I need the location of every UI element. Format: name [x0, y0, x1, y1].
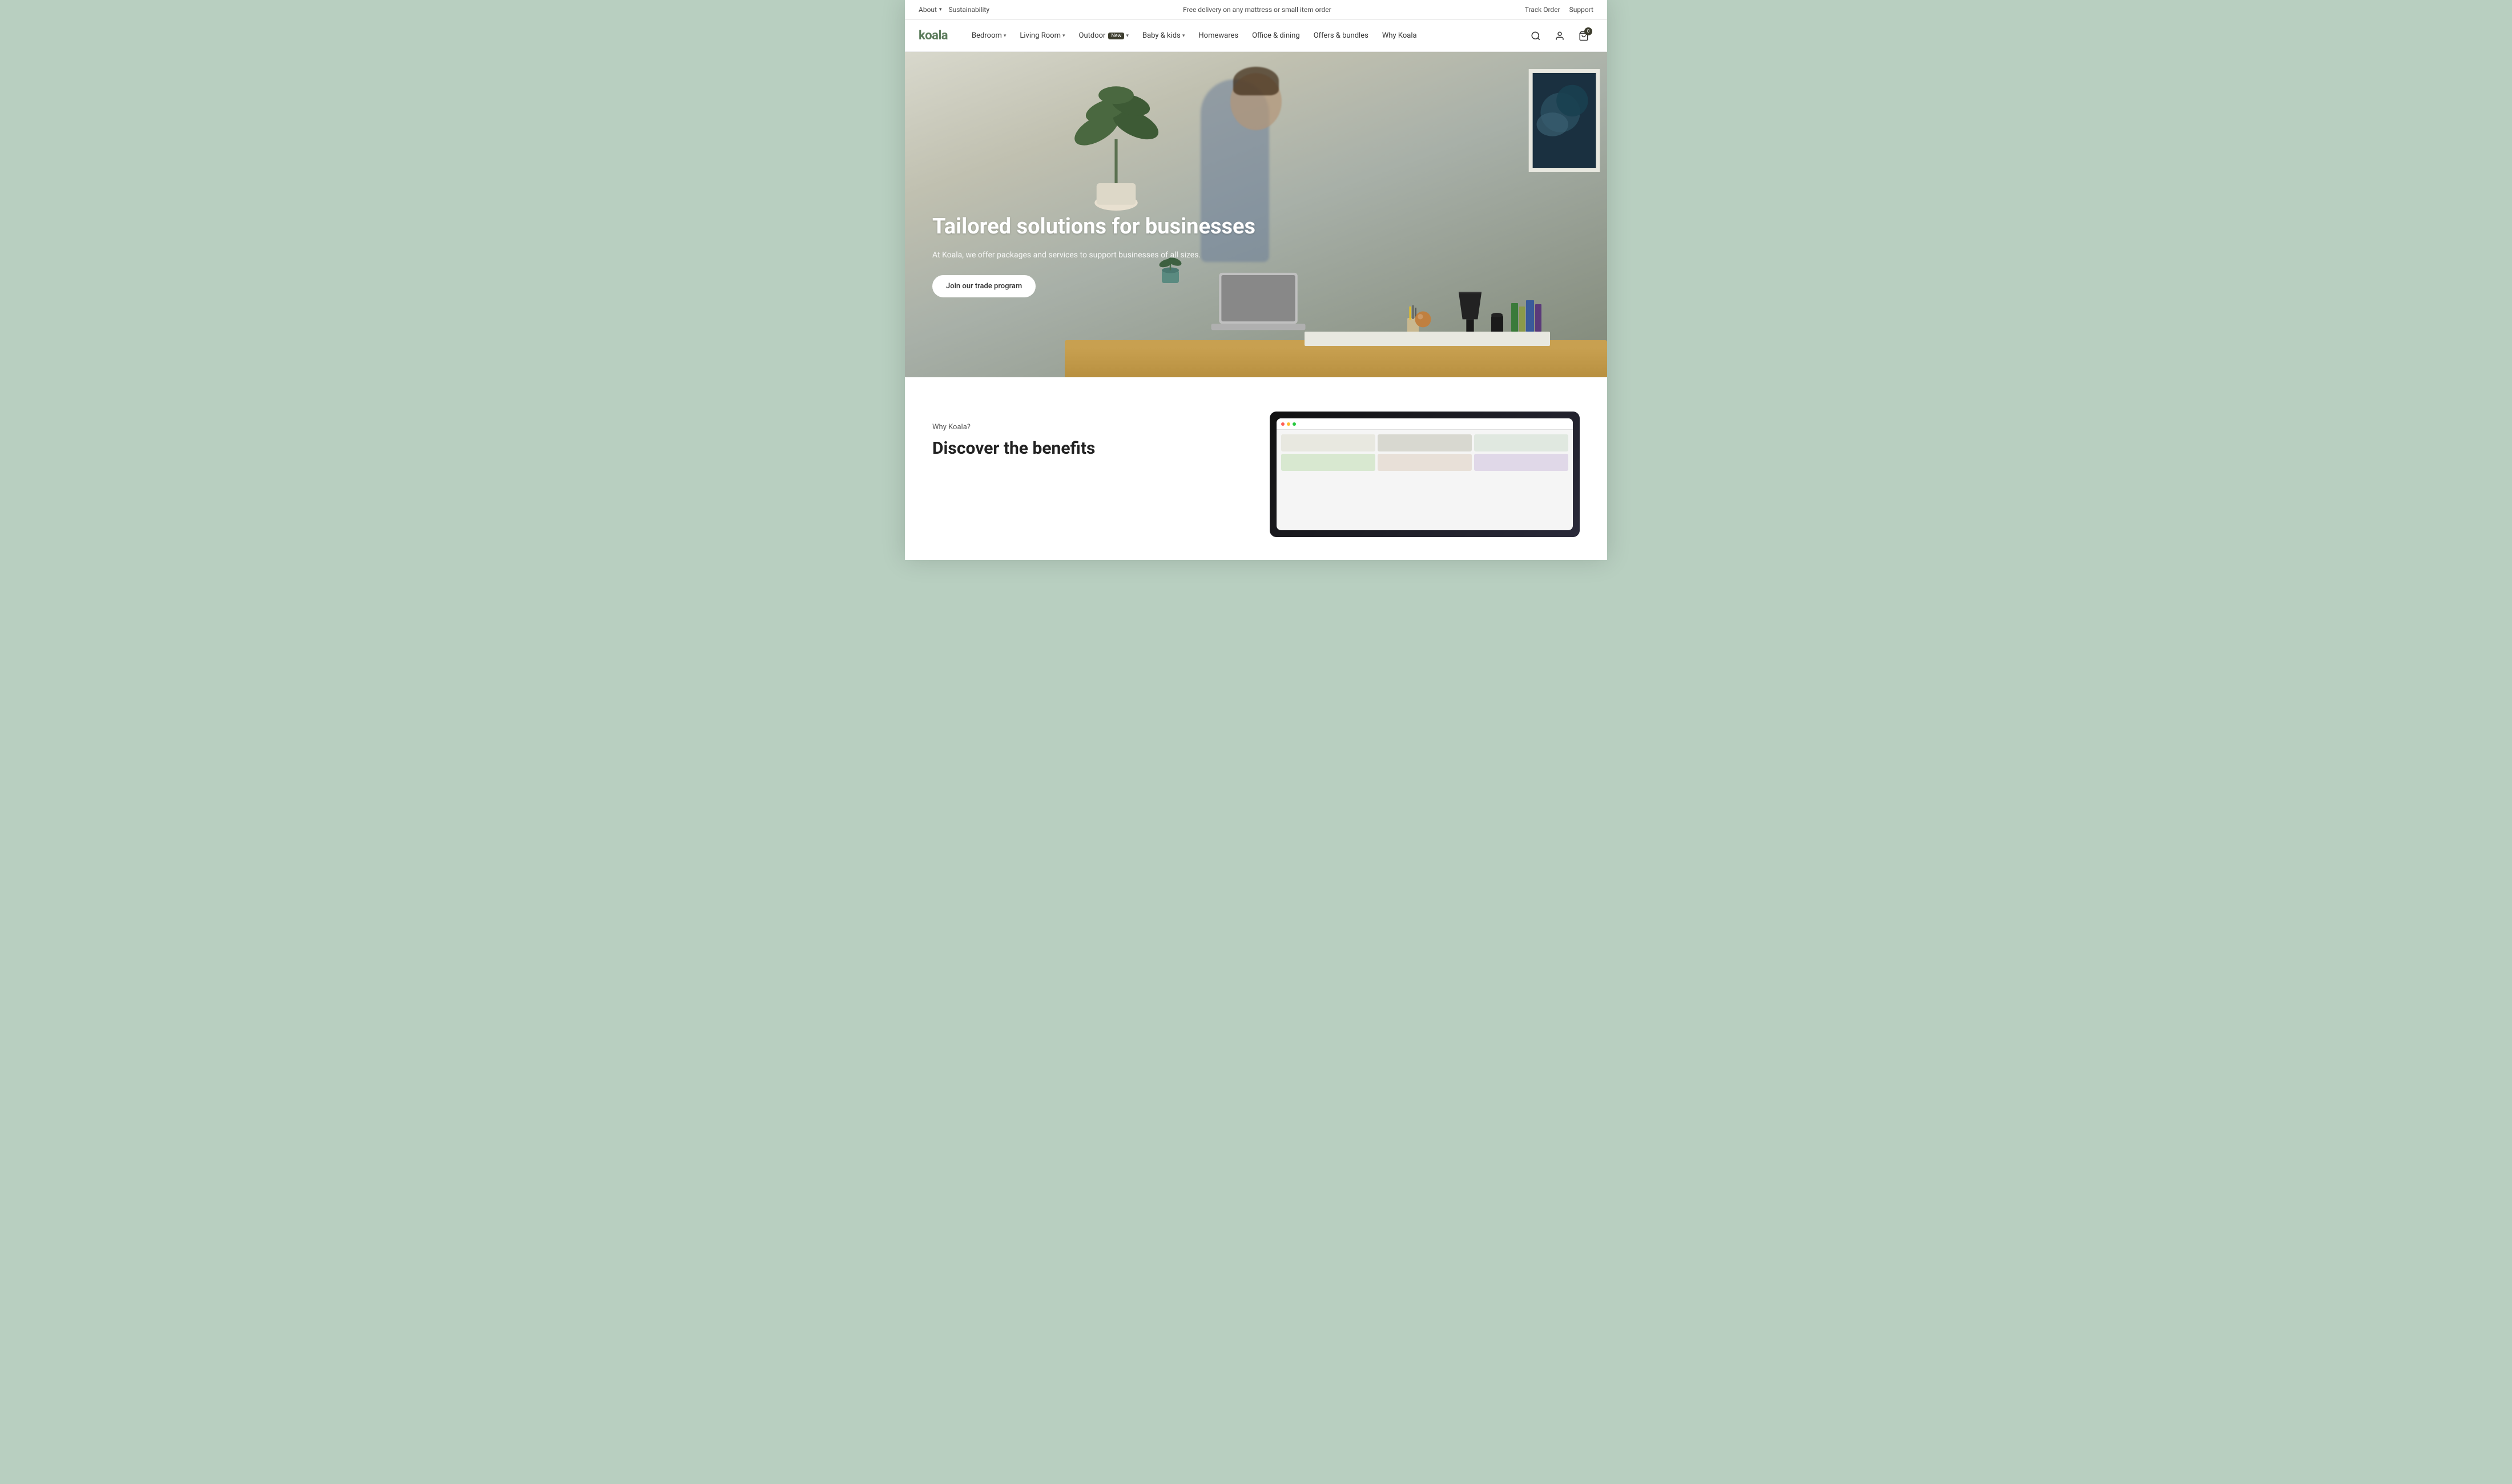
nav-item-office-dining[interactable]: Office & dining — [1246, 27, 1306, 45]
about-chevron: ▾ — [939, 7, 942, 13]
nav-item-outdoor[interactable]: Outdoor New ▾ — [1073, 27, 1134, 45]
nav-item-bedroom[interactable]: Bedroom ▾ — [966, 27, 1012, 45]
wall-art — [1527, 69, 1601, 172]
top-bar: About ▾ Sustainability Free delivery on … — [905, 0, 1607, 20]
search-button[interactable] — [1526, 26, 1545, 46]
books — [1511, 300, 1541, 332]
promo-banner: Free delivery on any mattress or small i… — [1183, 6, 1331, 14]
nav-item-living-room[interactable]: Living Room ▾ — [1014, 27, 1070, 45]
nav-item-why-koala[interactable]: Why Koala — [1376, 27, 1423, 45]
hero-section: Tailored solutions for businesses At Koa… — [905, 52, 1607, 377]
nav-item-offers-bundles[interactable]: Offers & bundles — [1308, 27, 1374, 45]
nav-item-baby-kids[interactable]: Baby & kids ▾ — [1137, 27, 1190, 45]
main-nav: koala Bedroom ▾ Living Room ▾ Outdoor Ne… — [905, 20, 1607, 52]
why-koala-label: Why Koala? — [932, 423, 1242, 432]
chevron-down-icon: ▾ — [1182, 33, 1185, 39]
new-badge: New — [1108, 33, 1124, 39]
sustainability-link[interactable]: Sustainability — [948, 6, 989, 14]
hero-cta-button[interactable]: Join our trade program — [932, 275, 1036, 297]
hero-title: Tailored solutions for businesses — [932, 214, 1256, 240]
nav-links: Bedroom ▾ Living Room ▾ Outdoor New ▾ Ba… — [966, 27, 1526, 45]
chevron-down-icon: ▾ — [1062, 33, 1065, 39]
top-bar-left: About ▾ Sustainability — [919, 6, 989, 14]
about-label: About — [919, 6, 937, 14]
tablet-image — [1270, 412, 1580, 537]
account-button[interactable] — [1550, 26, 1569, 46]
nav-item-homewares[interactable]: Homewares — [1193, 27, 1244, 45]
nav-icons: 0 — [1526, 26, 1593, 46]
hero-subtitle: At Koala, we offer packages and services… — [932, 249, 1256, 261]
top-bar-right: Track Order Support — [1525, 6, 1593, 14]
hero-content: Tailored solutions for businesses At Koa… — [932, 214, 1256, 297]
cart-button[interactable]: 0 — [1574, 26, 1593, 46]
chevron-down-icon: ▾ — [1126, 33, 1129, 39]
chevron-down-icon: ▾ — [1004, 33, 1007, 39]
below-hero-section: Why Koala? Discover the benefits — [905, 377, 1607, 560]
search-icon — [1531, 31, 1541, 41]
about-link[interactable]: About ▾ — [919, 6, 941, 14]
decorative-sphere — [1413, 309, 1433, 332]
discover-title: Discover the benefits — [932, 438, 1242, 459]
logo[interactable]: koala — [919, 29, 948, 43]
track-order-link[interactable]: Track Order — [1525, 6, 1560, 14]
user-icon — [1555, 31, 1565, 41]
sustainability-label: Sustainability — [948, 6, 989, 14]
below-hero-left: Why Koala? Discover the benefits — [932, 412, 1242, 459]
support-link[interactable]: Support — [1569, 6, 1593, 14]
credenza — [1305, 332, 1550, 346]
cart-count: 0 — [1584, 27, 1592, 35]
